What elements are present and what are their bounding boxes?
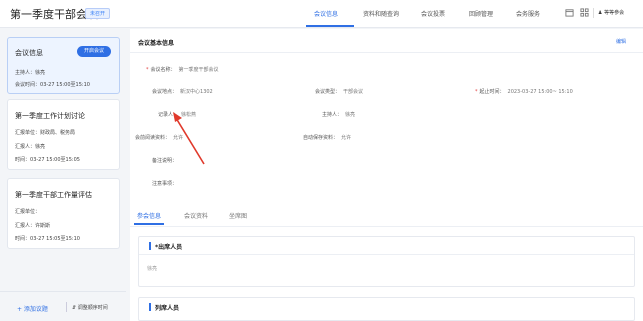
attendees-header: *出席人员 [139,237,634,255]
top-header: 第一季度干部会议 未召开 会议信息 资料和随查询 会议投票 回顾管理 会务服务 … [0,0,643,28]
subtab-materials[interactable]: 会议资料 [184,211,208,220]
subtab-divider [130,226,643,227]
agenda-title: 第一季度工作计划讨论 [15,112,85,120]
attendees-panel: *出席人员 徐亮 [138,236,635,287]
meeting-time-row: 会议时间：03-27 15:00至15:10 [15,82,90,88]
calendar-icon[interactable] [565,8,574,19]
agenda-reporter-row: 汇报人：徐亮 [15,144,46,150]
field-host: 主持人： 徐亮 [322,112,356,118]
observers-panel: 列席人员 [138,297,635,321]
agenda-time-row: 时间：03-27 15:05至15:10 [15,236,80,242]
meeting-card-title: 会议信息 [15,49,43,57]
active-tab-indicator [306,25,354,27]
arrow-annotation-icon [173,112,205,165]
agenda-reporter-row: 汇报人：许斯斯 [15,223,51,229]
adjust-order-button[interactable]: ⇵ 调整顺序时间 [72,304,108,311]
agenda-unit-row: 汇报单位： [15,209,41,215]
section-title: 会议基本信息 [138,40,175,47]
subtab-seating[interactable]: 坐席图 [229,211,247,220]
main-panel: 会议基本信息 编辑 * 会议名称： 第一季度干部会议 会议地点： 新汉中心1302 会… [130,29,643,321]
agenda-time-row: 时间：03-27 15:00至15:05 [15,157,80,163]
field-auto-save: 自动保存资料： 允许 [303,135,352,141]
section-divider [130,52,643,53]
status-badge: 未召开 [85,8,111,19]
footer-separator [66,302,67,312]
edit-button[interactable]: 编辑 [616,38,626,45]
attendees-list[interactable]: 徐亮 [147,265,157,272]
agenda-unit-row: 汇报单位：财政局、税务局 [15,130,76,136]
tab-service[interactable]: 会务服务 [516,9,540,18]
tab-review[interactable]: 回顾管理 [469,9,493,18]
attendees-title: *出席人员 [155,244,183,251]
subtab-attendance[interactable]: 参会信息 [137,211,161,220]
agenda-item[interactable]: 第一季度干部工作量评估 汇报单位： 汇报人：许斯斯 时间：03-27 15:05… [7,178,120,249]
tab-meeting-info[interactable]: 会议信息 [314,9,338,18]
field-location: 会议地点： 新汉中心1302 [152,89,213,95]
field-type: 会议类型： 干部会议 [315,89,364,95]
tab-materials[interactable]: 资料和随查询 [363,9,399,18]
tab-voting[interactable]: 会议投票 [421,9,445,18]
accent-bar [149,303,151,311]
agenda-title: 第一季度干部工作量评估 [15,191,92,199]
required-mark: * [146,67,149,73]
agenda-sidebar: 会议信息 开启会议 主持人：徐亮 会议时间：03-27 15:00至15:10 … [0,29,126,321]
grid-icon[interactable] [580,8,589,19]
meeting-host-row: 主持人：徐亮 [15,70,46,76]
header-separator [593,8,594,18]
field-start-end: * 起止时间： 2023-03-27 15:00~ 15:10 [475,89,573,95]
observers-header: 列席人员 [139,298,634,316]
user-icon: ♟ [598,10,603,16]
user-name: 等等参会 [604,10,625,16]
user-menu[interactable]: ♟ 等等参会 [598,9,624,16]
meeting-info-card[interactable]: 会议信息 开启会议 主持人：徐亮 会议时间：03-27 15:00至15:10 [7,37,120,94]
accent-bar [149,242,151,250]
sidebar-footer: + 添加议题 ⇵ 调整顺序时间 [0,291,126,321]
start-meeting-button[interactable]: 开启会议 [77,46,111,57]
field-notice: 注意事项： [152,181,178,187]
field-meeting-name: * 会议名称： 第一季度干部会议 [146,67,219,73]
observers-title: 列席人员 [155,305,180,312]
active-subtab-indicator [134,223,164,225]
agenda-item[interactable]: 第一季度工作计划讨论 汇报单位：财政局、税务局 汇报人：徐亮 时间：03-27 … [7,99,120,170]
add-agenda-button[interactable]: + 添加议题 [17,304,48,313]
